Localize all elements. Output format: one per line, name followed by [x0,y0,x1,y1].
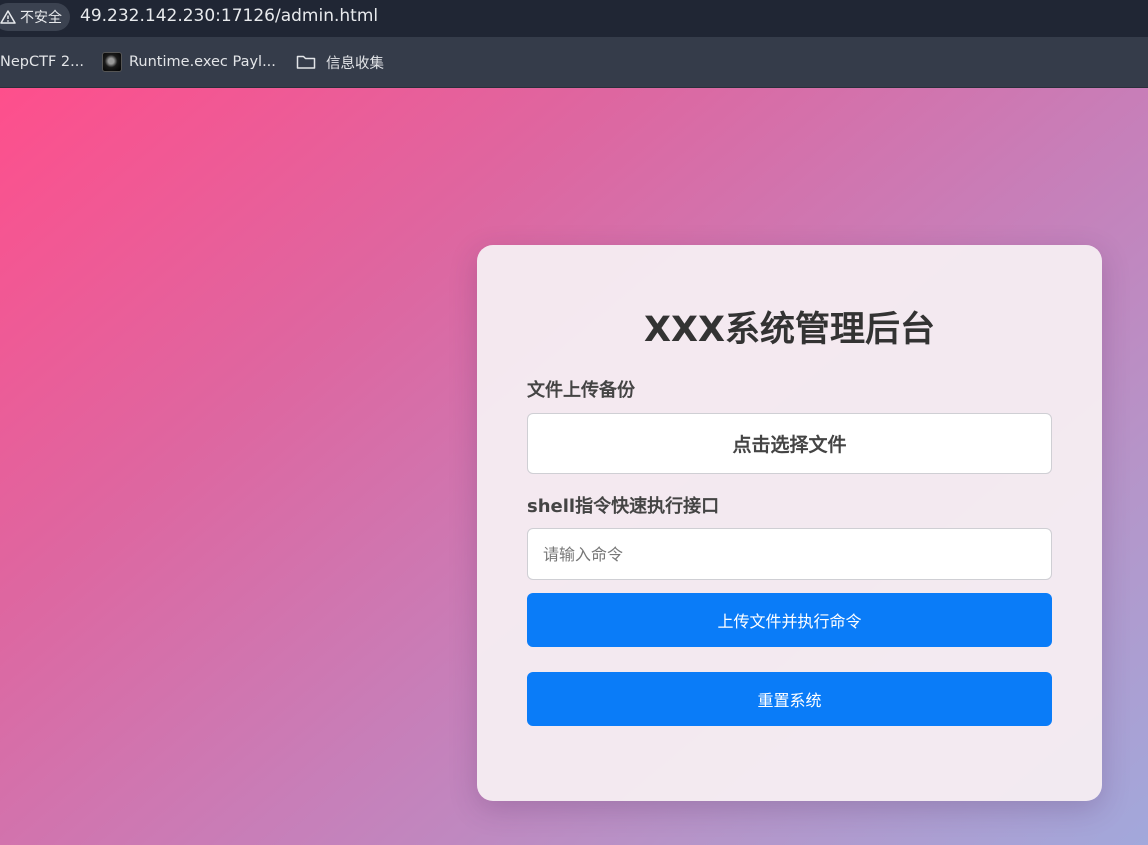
bookmark-label: 信息收集 [326,55,384,72]
site-favicon-icon [102,52,122,72]
command-input[interactable] [527,528,1052,580]
security-indicator[interactable]: 不安全 [0,3,70,31]
shell-section-label: shell指令快速执行接口 [527,496,720,517]
page-background: XXX系统管理后台 文件上传备份 点击选择文件 shell指令快速执行接口 上传… [0,88,1148,845]
bookmarks-bar: NepCTF 2... Runtime.exec Payl... 信息收集 [0,37,1148,88]
url-text[interactable]: 49.232.142.230:17126/admin.html [80,6,378,26]
bookmark-runtime-exec[interactable]: Runtime.exec Payl... [102,51,276,73]
page-title: XXX系统管理后台 [644,310,935,350]
warning-icon [0,10,16,24]
file-select-button[interactable]: 点击选择文件 [527,413,1052,474]
bookmark-label: NepCTF 2... [0,54,84,70]
upload-execute-button[interactable]: 上传文件并执行命令 [527,593,1052,647]
bookmark-folder-info[interactable]: 信息收集 [296,51,384,73]
address-bar: 不安全 49.232.142.230:17126/admin.html [0,0,1148,37]
folder-icon [296,55,316,69]
admin-card: XXX系统管理后台 文件上传备份 点击选择文件 shell指令快速执行接口 上传… [477,245,1102,801]
security-label: 不安全 [20,10,62,26]
upload-section-label: 文件上传备份 [527,380,635,401]
reset-system-button[interactable]: 重置系统 [527,672,1052,726]
bookmark-nepctf[interactable]: NepCTF 2... [0,51,84,73]
bookmark-label: Runtime.exec Payl... [129,54,276,70]
